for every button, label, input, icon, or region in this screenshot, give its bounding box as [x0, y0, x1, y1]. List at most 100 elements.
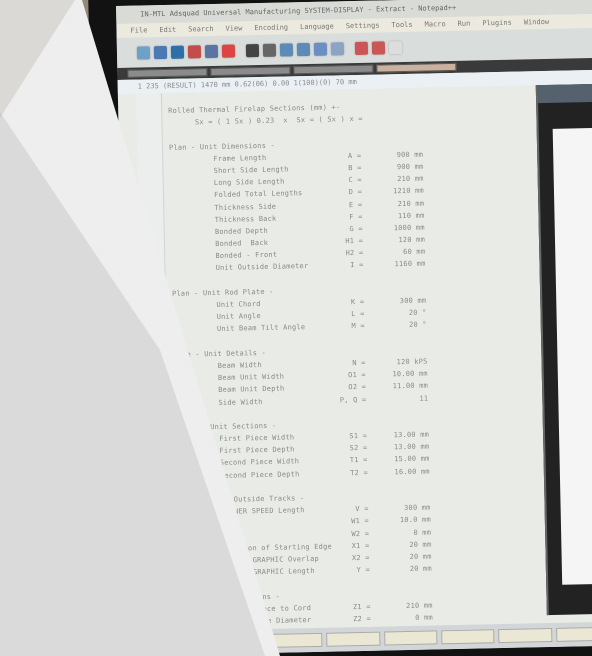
code-symbol [325, 414, 367, 415]
code-label [172, 280, 322, 283]
wrap-icon[interactable] [388, 40, 403, 54]
code-value [367, 132, 423, 133]
undo-icon[interactable] [279, 42, 294, 57]
code-symbol [323, 340, 365, 341]
code-symbol: S2 = [349, 444, 368, 453]
code-symbol: Z1 = [352, 602, 371, 611]
menu-item[interactable]: View [225, 24, 242, 32]
code-symbol [325, 426, 367, 427]
code-label [176, 488, 326, 491]
tab-file-1[interactable] [127, 68, 208, 78]
code-value [374, 498, 430, 499]
taskbar-button[interactable] [555, 626, 592, 642]
menu-item[interactable]: Run [458, 20, 471, 28]
code-symbol: H2 = [345, 249, 364, 258]
menu-item[interactable]: Settings [346, 21, 380, 30]
code-value: 20 ° [408, 320, 427, 330]
menu-item[interactable]: Encoding [254, 23, 288, 32]
code-symbol [322, 279, 364, 280]
taskbar-button[interactable] [326, 631, 381, 647]
code-symbol: V = [355, 505, 369, 514]
code-value [373, 424, 429, 425]
code-symbol: O2 = [348, 383, 367, 392]
code-symbol: K = [350, 297, 365, 307]
code-symbol: X2 = [351, 553, 370, 563]
code-symbol [322, 292, 364, 293]
paste-icon[interactable] [262, 43, 277, 57]
code-symbol: M = [351, 322, 365, 331]
code-symbol: I = [350, 261, 364, 270]
menu-item[interactable]: Edit [159, 26, 176, 34]
taskbar-button[interactable] [383, 630, 438, 646]
menu-item[interactable]: Plugins [482, 19, 512, 28]
tab-file-active[interactable] [376, 62, 457, 73]
side-panel-header [537, 83, 592, 104]
code-value [367, 144, 423, 145]
side-panel-view[interactable] [552, 127, 592, 585]
code-symbol: Y = [356, 565, 370, 575]
code-symbol: D = [348, 188, 363, 197]
code-symbol [323, 353, 365, 354]
menu-item[interactable]: Tools [391, 21, 412, 29]
zoom-out-icon[interactable] [371, 40, 386, 55]
code-symbol: X1 = [351, 541, 370, 550]
code-symbol: G = [349, 224, 363, 234]
new-file-icon[interactable] [136, 45, 151, 60]
monitor-screen: IN-MTL Adsquad Universal Manufacturing S… [116, 0, 592, 656]
taskbar-button[interactable] [498, 628, 553, 644]
code-symbol: N = [352, 358, 366, 368]
code-symbol: F = [349, 212, 363, 221]
code-value [374, 485, 430, 486]
taskbar-button[interactable] [441, 629, 495, 645]
menu-item[interactable]: Macro [424, 20, 445, 28]
code-symbol: L = [351, 310, 365, 319]
tab-file-2[interactable] [210, 66, 291, 77]
copy-icon[interactable] [245, 43, 260, 57]
code-symbol: T2 = [350, 468, 368, 477]
code-label [169, 134, 319, 137]
replace-icon[interactable] [330, 41, 345, 56]
taskbar-button[interactable] [269, 632, 323, 648]
menu-item[interactable]: Window [524, 18, 549, 27]
code-symbol: S1 = [349, 431, 368, 441]
code-symbol: H1 = [345, 236, 364, 246]
code-symbol: O1 = [348, 370, 366, 380]
code-editor[interactable]: Rolled Thermal Firelap Sections (mm) +- … [168, 98, 509, 653]
code-value [376, 583, 432, 584]
menu-item[interactable]: File [130, 26, 147, 34]
save-icon[interactable] [170, 45, 185, 59]
code-symbol: W1 = [351, 517, 369, 526]
close-icon[interactable] [187, 44, 202, 59]
code-value: 16.00 mm [394, 467, 430, 476]
menu-item[interactable]: Search [188, 25, 213, 34]
code-value [371, 351, 427, 352]
code-symbol [319, 133, 361, 134]
code-value [371, 339, 427, 340]
code-label [178, 585, 328, 588]
code-symbol: C = [348, 176, 362, 185]
code-symbol: E = [348, 200, 363, 209]
code-symbol: Z2 = [353, 614, 371, 624]
code-value [373, 412, 429, 413]
redo-icon[interactable] [296, 42, 311, 56]
code-value [366, 108, 422, 109]
code-symbol [328, 584, 370, 585]
find-icon[interactable] [313, 42, 328, 56]
code-value [366, 120, 422, 121]
code-symbol [328, 596, 370, 597]
ruler-text: 1 235 (RESULT) 1470 mm 0.62(06) 0.00 1(1… [137, 77, 357, 91]
code-symbol: P, Q = [339, 395, 367, 404]
code-symbol: B = [348, 163, 362, 173]
tab-file-3[interactable] [293, 64, 374, 75]
code-value: 1160 mm [394, 260, 426, 269]
open-file-icon[interactable] [153, 45, 168, 59]
line-number-gutter [135, 93, 174, 656]
photo-scene: IN-MTL Adsquad Universal Manufacturing S… [0, 0, 592, 656]
cut-icon[interactable] [221, 44, 236, 58]
zoom-in-icon[interactable] [354, 41, 369, 55]
code-label [177, 524, 327, 527]
code-symbol: W2 = [351, 529, 370, 538]
print-icon[interactable] [204, 44, 219, 58]
code-label [173, 341, 323, 344]
menu-item[interactable]: Language [300, 22, 334, 31]
